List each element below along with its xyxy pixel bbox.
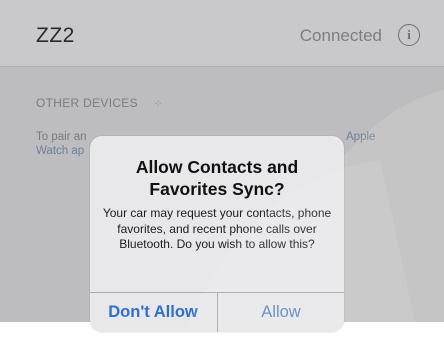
device-name: ZZ2 bbox=[36, 24, 75, 47]
loading-spinner-icon: ⁘ bbox=[154, 99, 163, 110]
apple-watch-link[interactable]: Apple bbox=[346, 130, 375, 144]
alert-message: Your car may request your contacts, phon… bbox=[102, 206, 332, 251]
sync-permission-alert: Allow Contacts and Favorites Sync? Your … bbox=[90, 136, 344, 332]
dont-allow-button[interactable]: Don't Allow bbox=[90, 293, 216, 332]
pairing-text-line1: To pair an bbox=[36, 131, 87, 143]
info-icon[interactable]: i bbox=[398, 24, 420, 46]
alert-title: Allow Contacts and Favorites Sync? bbox=[135, 157, 299, 199]
other-devices-header: OTHER DEVICES bbox=[36, 96, 138, 110]
device-status: Connected bbox=[299, 26, 382, 45]
allow-button[interactable]: Allow bbox=[218, 293, 344, 332]
connected-device-row[interactable]: ZZ2 Connected i bbox=[0, 0, 444, 67]
pairing-text-line2[interactable]: Watch ap bbox=[36, 144, 84, 158]
